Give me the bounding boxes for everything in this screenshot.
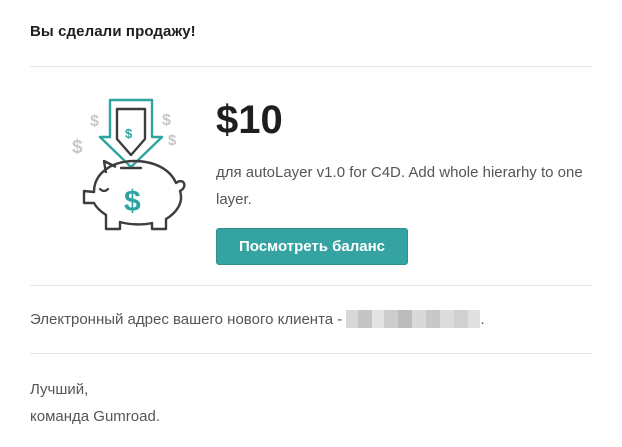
customer-email-label: Электронный адрес вашего нового клиента … — [30, 311, 343, 328]
arrow-dollar-icon: $ — [125, 126, 133, 141]
customer-email-line: Электронный адрес вашего нового клиента … — [30, 309, 485, 328]
gray-dollar-icon: $ — [90, 113, 99, 130]
divider-middle — [30, 285, 592, 286]
divider-bottom — [30, 353, 592, 354]
view-balance-button[interactable]: Посмотреть баланс — [216, 228, 408, 265]
gray-dollar-icon: $ — [72, 137, 83, 158]
teal-dollar-icon: $ — [124, 185, 141, 218]
signoff-team: команда Gumroad. — [30, 408, 160, 425]
sale-amount: $10 — [216, 98, 283, 142]
piggy-bank-sale-icon: $ $ $ $ $ $ — [72, 98, 186, 231]
gray-dollar-icon: $ — [162, 112, 171, 129]
gray-dollar-icon: $ — [168, 132, 177, 149]
customer-email-suffix: . — [480, 311, 485, 328]
signoff: Лучший, команда Gumroad. — [30, 376, 160, 430]
piggy-eye-icon — [98, 187, 110, 193]
signoff-greeting: Лучший, — [30, 381, 89, 398]
email-body: Вы сделали продажу! $ $ $ $ $ $ $10 для … — [0, 0, 622, 447]
email-heading: Вы сделали продажу! — [30, 23, 196, 40]
product-description: для autoLayer v1.0 for C4D. Add whole hi… — [216, 164, 583, 208]
redacted-email — [346, 309, 481, 328]
divider-top — [30, 66, 592, 67]
